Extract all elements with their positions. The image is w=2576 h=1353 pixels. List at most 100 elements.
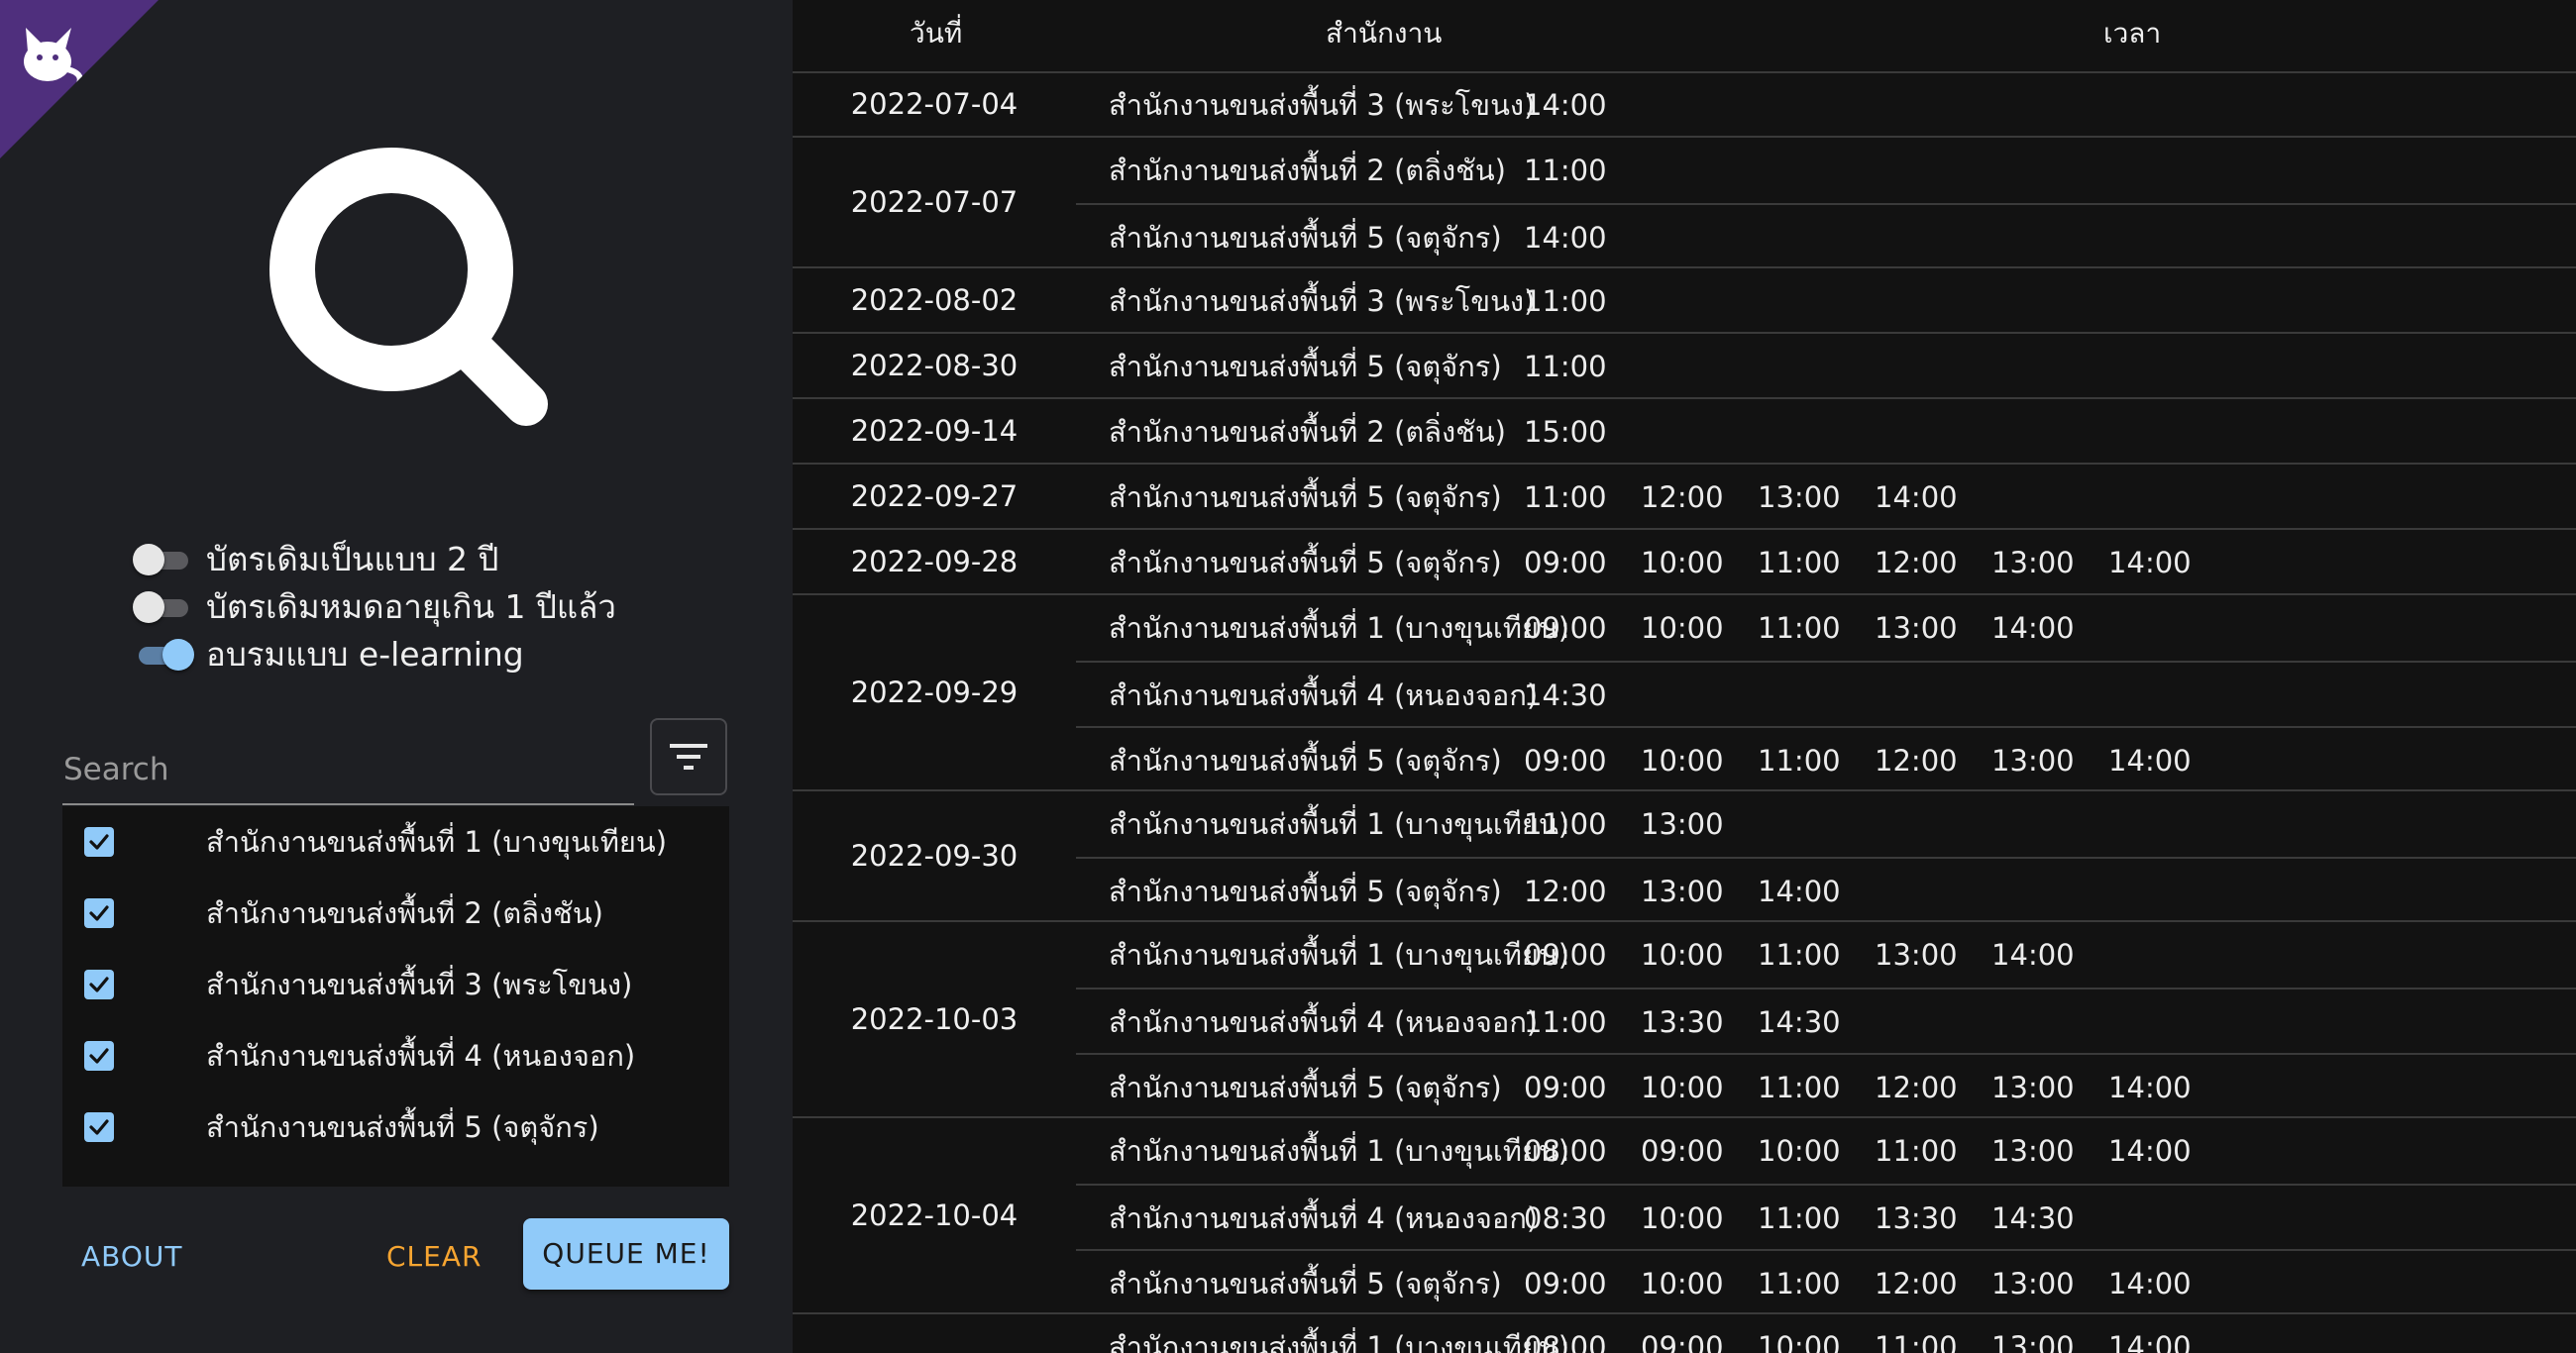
date-group: 2022-10-03 สำนักงานขนส่งพื้นที่ 1 (บางขุน…	[793, 922, 2576, 1118]
toggle-two-year-card[interactable]: บัตรเดิมเป็นแบบ 2 ปี	[133, 537, 498, 580]
date-group: 2022-09-28 สำนักงานขนส่งพื้นที่ 5 (จตุจัก…	[793, 530, 2576, 595]
date-group: 2022-08-02 สำนักงานขนส่งพื้นที่ 3 (พระโขน…	[793, 268, 2576, 334]
office-cell: สำนักงานขนส่งพื้นที่ 1 (บางขุนเทียน)	[1109, 938, 1570, 972]
checkbox-checked-icon[interactable]	[84, 827, 114, 857]
table-header: วันที่ สำนักงาน เวลา	[793, 0, 2576, 73]
date-cell: 2022-09-29	[850, 676, 1019, 709]
date-group: 2022-09-27 สำนักงานขนส่งพื้นที่ 5 (จตุจัก…	[793, 465, 2576, 530]
toggle-switch[interactable]	[133, 589, 194, 623]
date-cell: 2022-08-02	[850, 283, 1019, 317]
table-row: สำนักงานขนส่งพื้นที่ 5 (จตุจักร) 11:00	[1076, 334, 2576, 399]
checkbox-checked-icon[interactable]	[84, 1041, 114, 1071]
table-row: สำนักงานขนส่งพื้นที่ 5 (จตุจักร) 14:00	[1076, 203, 2576, 270]
date-group: 2022-08-30 สำนักงานขนส่งพื้นที่ 5 (จตุจัก…	[793, 334, 2576, 399]
date-group: 2022-09-30 สำนักงานขนส่งพื้นที่ 1 (บางขุน…	[793, 791, 2576, 922]
time-slots-cell: 09:00 10:00 11:00 13:00 14:00	[1524, 611, 2075, 645]
toggle-label: บัตรเดิมเป็นแบบ 2 ปี	[206, 539, 499, 578]
date-cell: 2022-09-28	[850, 545, 1019, 578]
office-filter-list: สำนักงานขนส่งพื้นที่ 1 (บางขุนเทียน) สำนั…	[62, 806, 729, 1187]
office-cell: สำนักงานขนส่งพื้นที่ 5 (จตุจักร)	[1109, 221, 1502, 255]
office-cell: สำนักงานขนส่งพื้นที่ 1 (บางขุนเทียน)	[1109, 1134, 1570, 1168]
time-slots-cell: 09:00 10:00 11:00 12:00 13:00 14:00	[1524, 744, 2192, 778]
office-filter-item[interactable]: สำนักงานขนส่งพื้นที่ 2 (ตลิ่งชัน)	[62, 878, 729, 949]
date-cell: 2022-10-03	[850, 1002, 1019, 1036]
office-cell: สำนักงานขนส่งพื้นที่ 5 (จตุจักร)	[1109, 1267, 1502, 1301]
table-row: สำนักงานขนส่งพื้นที่ 5 (จตุจักร) 11:00 12…	[1076, 465, 2576, 530]
filter-icon	[670, 744, 707, 770]
search-input[interactable]	[62, 738, 635, 801]
office-cell: สำนักงานขนส่งพื้นที่ 5 (จตุจักร)	[1109, 875, 1502, 908]
table-row: สำนักงานขนส่งพื้นที่ 3 (พระโขนง) 11:00	[1076, 268, 2576, 334]
date-group: สำนักงานขนส่งพื้นที่ 1 (บางขุนเทียน) 08:0…	[793, 1314, 2576, 1353]
search-logo-icon	[269, 148, 548, 426]
office-cell: สำนักงานขนส่งพื้นที่ 3 (พระโขนง)	[1109, 284, 1536, 318]
toggle-e-learning[interactable]: อบรมแบบ e-learning	[133, 632, 524, 676]
table-row: สำนักงานขนส่งพื้นที่ 5 (จตุจักร) 12:00 13…	[1076, 857, 2576, 924]
table-row: สำนักงานขนส่งพื้นที่ 1 (บางขุนเทียน) 08:0…	[1076, 1118, 2576, 1184]
toggle-label: บัตรเดิมหมดอายุเกิน 1 ปีแล้ว	[206, 586, 616, 626]
office-cell: สำนักงานขนส่งพื้นที่ 4 (หนองจอก)	[1109, 678, 1539, 712]
schedule-table: วันที่ สำนักงาน เวลา 2022-07-04 สำนักงานข…	[793, 0, 2576, 1353]
table-row: สำนักงานขนส่งพื้นที่ 4 (หนองจอก) 14:30	[1076, 661, 2576, 728]
date-cell: 2022-07-07	[850, 185, 1019, 219]
table-row: สำนักงานขนส่งพื้นที่ 5 (จตุจักร) 09:00 10…	[1076, 1249, 2576, 1316]
time-slots-cell: 11:00 13:30 14:30	[1524, 1005, 1841, 1039]
date-cell: 2022-08-30	[850, 349, 1019, 382]
office-filter-label: สำนักงานขนส่งพื้นที่ 2 (ตลิ่งชัน)	[206, 896, 603, 930]
table-row: สำนักงานขนส่งพื้นที่ 3 (พระโขนง) 14:00	[1076, 72, 2576, 138]
filter-button[interactable]	[650, 718, 727, 795]
time-slots-cell: 08:00 09:00 10:00 11:00 13:00 14:00	[1524, 1330, 2192, 1353]
office-filter-item[interactable]: สำนักงานขนส่งพื้นที่ 3 (พระโขนง)	[62, 949, 729, 1020]
date-group: 2022-07-04 สำนักงานขนส่งพื้นที่ 3 (พระโขน…	[793, 72, 2576, 138]
office-filter-label: สำนักงานขนส่งพื้นที่ 5 (จตุจักร)	[206, 1110, 599, 1144]
time-slots-cell: 11:00	[1524, 154, 1607, 187]
office-filter-item[interactable]: สำนักงานขนส่งพื้นที่ 1 (บางขุนเทียน)	[62, 806, 729, 878]
office-filter-item[interactable]: สำนักงานขนส่งพื้นที่ 4 (หนองจอก)	[62, 1020, 729, 1092]
github-octocat-icon	[24, 28, 83, 86]
time-slots-cell: 14:00	[1524, 88, 1607, 122]
table-row: สำนักงานขนส่งพื้นที่ 5 (จตุจักร) 09:00 10…	[1076, 530, 2576, 595]
date-cell: 2022-07-04	[850, 87, 1019, 121]
checkbox-checked-icon[interactable]	[84, 898, 114, 928]
office-cell: สำนักงานขนส่งพื้นที่ 5 (จตุจักร)	[1109, 1071, 1502, 1104]
table-row: สำนักงานขนส่งพื้นที่ 2 (ตลิ่งชัน) 11:00	[1076, 138, 2576, 203]
toggle-switch[interactable]	[133, 542, 194, 575]
toggle-card-expired-over-1-year[interactable]: บัตรเดิมหมดอายุเกิน 1 ปีแล้ว	[133, 584, 616, 628]
office-filter-item[interactable]: สำนักงานขนส่งพื้นที่ 5 (จตุจักร)	[62, 1092, 729, 1163]
column-header-time: เวลา	[2103, 17, 2162, 50]
date-group: 2022-10-04 สำนักงานขนส่งพื้นที่ 1 (บางขุน…	[793, 1118, 2576, 1314]
office-cell: สำนักงานขนส่งพื้นที่ 4 (หนองจอก)	[1109, 1201, 1539, 1235]
date-cell: 2022-09-30	[850, 839, 1019, 873]
time-slots-cell: 12:00 13:00 14:00	[1524, 875, 1841, 908]
office-cell: สำนักงานขนส่งพื้นที่ 1 (บางขุนเทียน)	[1109, 1330, 1570, 1353]
time-slots-cell: 15:00	[1524, 415, 1607, 449]
table-row: สำนักงานขนส่งพื้นที่ 4 (หนองจอก) 08:30 10…	[1076, 1184, 2576, 1251]
time-slots-cell: 11:00 12:00 13:00 14:00	[1524, 480, 1958, 514]
table-row: สำนักงานขนส่งพื้นที่ 2 (ตลิ่งชัน) 15:00	[1076, 399, 2576, 465]
date-group: 2022-09-14 สำนักงานขนส่งพื้นที่ 2 (ตลิ่งช…	[793, 399, 2576, 465]
queue-me-button[interactable]: QUEUE ME!	[523, 1218, 729, 1290]
column-header-date: วันที่	[910, 17, 963, 50]
office-cell: สำนักงานขนส่งพื้นที่ 1 (บางขุนเทียน)	[1109, 807, 1570, 841]
date-cell: 2022-09-27	[850, 479, 1019, 513]
office-cell: สำนักงานขนส่งพื้นที่ 5 (จตุจักร)	[1109, 744, 1502, 778]
time-slots-cell: 08:00 09:00 10:00 11:00 13:00 14:00	[1524, 1134, 2192, 1168]
clear-button[interactable]: CLEAR	[386, 1221, 482, 1293]
date-cell: 2022-10-04	[850, 1198, 1019, 1232]
github-corner-link[interactable]	[0, 0, 159, 158]
date-group: 2022-09-29 สำนักงานขนส่งพื้นที่ 1 (บางขุน…	[793, 595, 2576, 791]
search-field	[62, 738, 635, 805]
office-cell: สำนักงานขนส่งพื้นที่ 2 (ตลิ่งชัน)	[1109, 415, 1506, 449]
about-button[interactable]: ABOUT	[81, 1221, 183, 1293]
table-body: 2022-07-04 สำนักงานขนส่งพื้นที่ 3 (พระโขน…	[793, 72, 2576, 1353]
time-slots-cell: 14:30	[1524, 678, 1607, 712]
checkbox-checked-icon[interactable]	[84, 970, 114, 999]
table-row: สำนักงานขนส่งพื้นที่ 5 (จตุจักร) 09:00 10…	[1076, 726, 2576, 793]
table-row: สำนักงานขนส่งพื้นที่ 1 (บางขุนเทียน) 11:0…	[1076, 791, 2576, 857]
time-slots-cell: 08:30 10:00 11:00 13:30 14:30	[1524, 1201, 2075, 1235]
left-panel: บัตรเดิมเป็นแบบ 2 ปี บัตรเดิมหมดอายุเกิน…	[0, 0, 793, 1353]
toggle-switch[interactable]	[133, 637, 194, 671]
table-row: สำนักงานขนส่งพื้นที่ 5 (จตุจักร) 09:00 10…	[1076, 1053, 2576, 1120]
checkbox-checked-icon[interactable]	[84, 1112, 114, 1142]
table-row: สำนักงานขนส่งพื้นที่ 1 (บางขุนเทียน) 08:0…	[1076, 1314, 2576, 1353]
